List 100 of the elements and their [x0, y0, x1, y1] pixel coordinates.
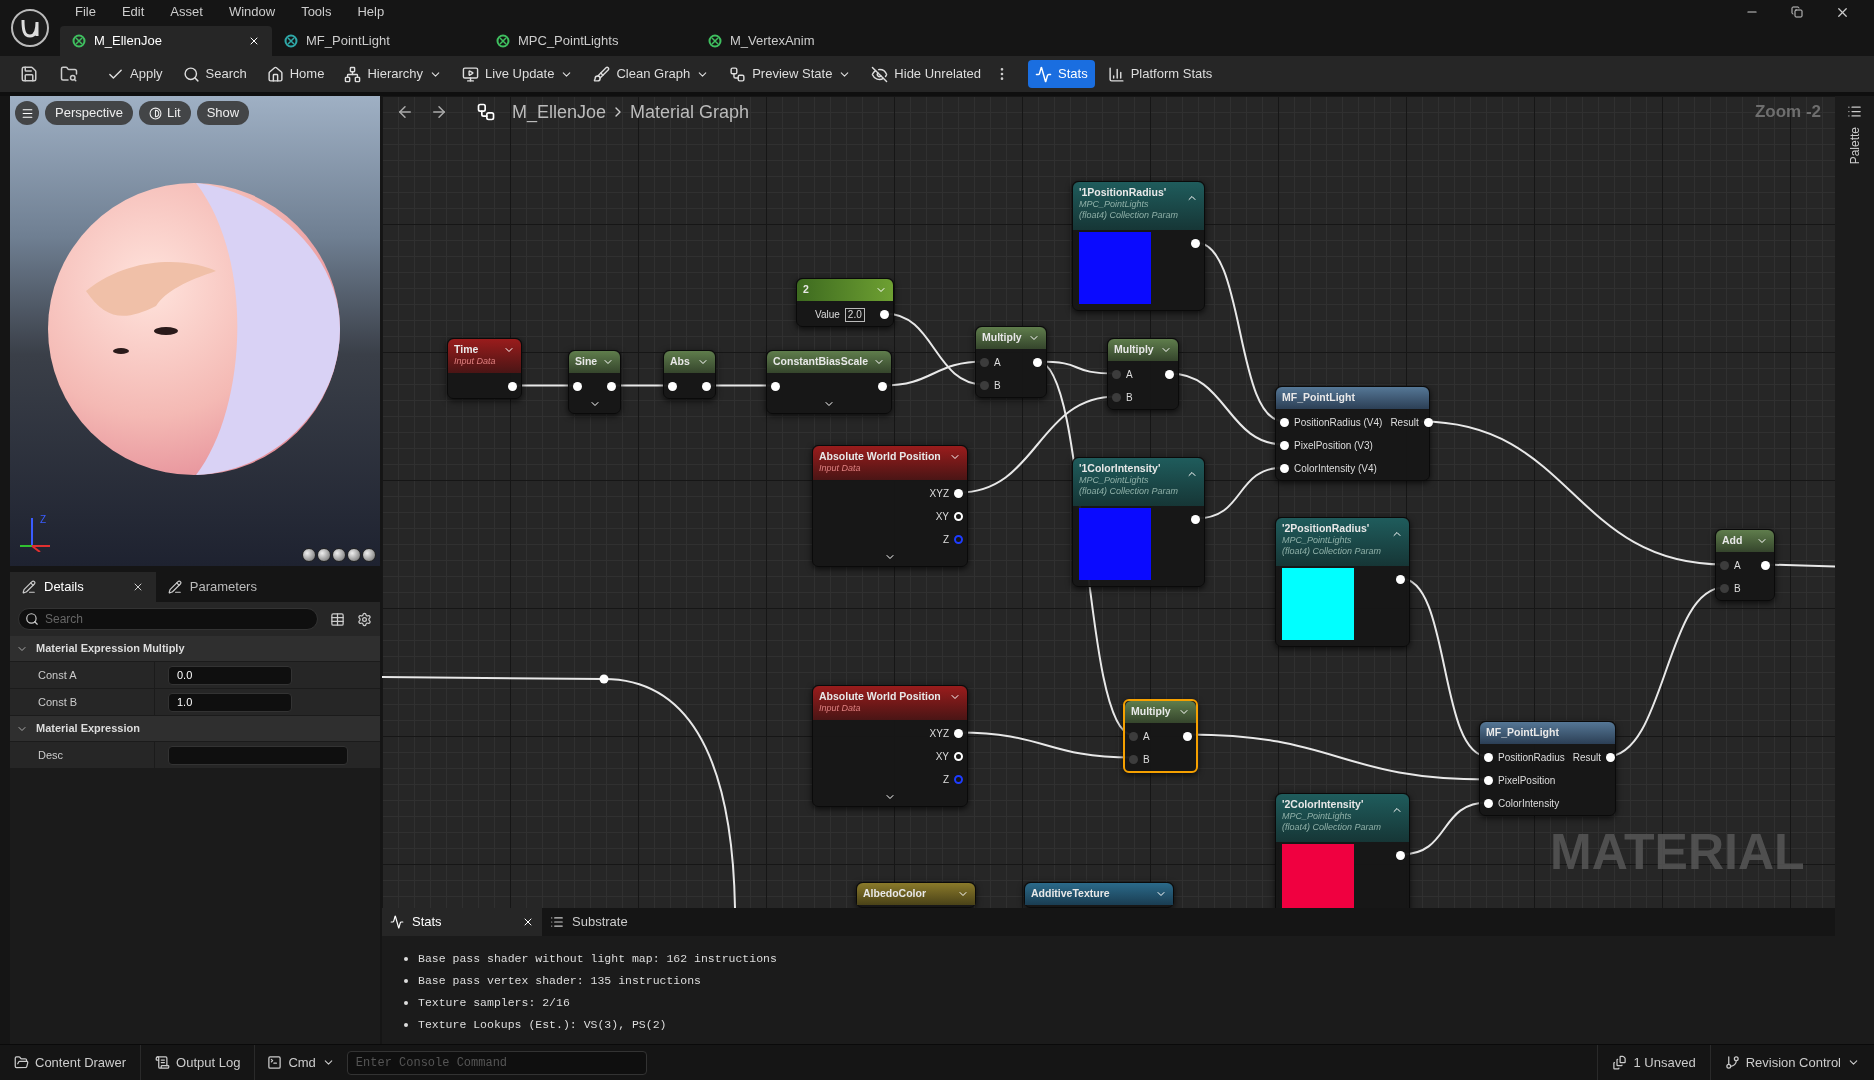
pin-icon[interactable] [1280, 441, 1289, 450]
list-icon[interactable] [1847, 104, 1862, 119]
breadcrumb-item[interactable]: M_EllenJoe [512, 98, 607, 126]
graph-node[interactable]: 2 Value 2.0 [796, 278, 894, 327]
close-icon[interactable] [522, 916, 534, 928]
graph-node[interactable]: AlbedoColor [856, 882, 976, 908]
menu-item[interactable]: Asset [170, 2, 203, 22]
logo-icon[interactable] [10, 8, 50, 48]
graph-node[interactable]: AdditiveTexture [1024, 882, 1174, 908]
breadcrumb-item[interactable]: Material Graph [630, 98, 750, 126]
pin-icon[interactable] [1484, 753, 1493, 762]
graph-node[interactable]: Add A B [1715, 529, 1775, 601]
property-field[interactable]: 1.0 [168, 692, 292, 712]
toolbar-button[interactable]: Platform Stats [1100, 60, 1220, 88]
pin-icon[interactable] [1191, 515, 1200, 524]
tab[interactable]: Details [10, 572, 156, 602]
document-tab[interactable]: M_EllenJoe [60, 26, 272, 56]
toolbar-button[interactable]: Search [175, 60, 254, 88]
search-field[interactable]: Search [18, 608, 318, 630]
menu-item[interactable]: Tools [301, 2, 332, 22]
settings-icon[interactable] [357, 611, 372, 627]
pin-icon[interactable] [508, 382, 517, 391]
toolbar-button[interactable]: Home [259, 60, 332, 88]
graph-node[interactable]: Multiply A B [975, 326, 1047, 398]
pin-icon[interactable] [1761, 561, 1770, 570]
graph-node[interactable]: Multiply A B [1123, 699, 1198, 773]
graph-node[interactable]: Absolute World Position Input Data XYZ XY Z [812, 685, 968, 807]
pin-icon[interactable] [1280, 464, 1289, 473]
pin-icon[interactable] [668, 382, 677, 391]
graph-node[interactable]: Time Input Data [447, 338, 522, 399]
tab[interactable]: Stats [382, 908, 542, 936]
property-field[interactable] [168, 745, 348, 765]
toolbar-button[interactable]: Stats [1028, 60, 1095, 88]
pin-icon[interactable] [880, 310, 889, 319]
graph-node[interactable]: '2ColorIntensity' MPC_PointLights (float4) Collection Param [1275, 793, 1410, 908]
pin-icon[interactable] [771, 382, 780, 391]
pin-icon[interactable] [1606, 753, 1616, 762]
table-icon[interactable] [330, 611, 345, 627]
pin-icon[interactable] [1033, 358, 1042, 367]
menu-item[interactable]: Help [357, 2, 385, 22]
graph-node[interactable]: MF_PointLight PositionRadius (V4) Result PixelPosition (V3) ColorIntensity (V4) [1275, 386, 1430, 481]
toolbar-button[interactable]: Apply [100, 60, 170, 88]
unsaved-button[interactable]: 1 Unsaved [1597, 1045, 1710, 1080]
tab[interactable]: Parameters [155, 572, 269, 602]
pin-icon[interactable] [878, 382, 887, 391]
node-subtitle: (float4) Collection Param [1282, 822, 1382, 833]
pin-icon[interactable] [954, 729, 963, 738]
status-button[interactable]: Content Drawer [0, 1045, 142, 1080]
toolbar-button[interactable]: Clean Graph [586, 60, 717, 88]
cmd-button[interactable]: Cmd [255, 1045, 347, 1080]
save-icon[interactable] [20, 65, 38, 83]
pin-icon[interactable] [607, 382, 616, 391]
property-field[interactable]: 0.0 [168, 665, 292, 685]
graph-node[interactable]: '1PositionRadius' MPC_PointLights (float4) Collection Param [1072, 181, 1205, 311]
graph-node[interactable]: '1ColorIntensity' MPC_PointLights (float4) Collection Param [1072, 457, 1205, 587]
folder-search-icon[interactable] [60, 65, 78, 83]
value-field[interactable]: 2.0 [844, 307, 865, 322]
document-tab[interactable]: M_VertexAnim [696, 26, 908, 56]
section-header[interactable]: Material Expression [10, 716, 380, 742]
pin-icon[interactable] [1191, 239, 1200, 248]
revision-control-button[interactable]: Revision Control [1709, 1045, 1874, 1080]
pin-icon[interactable] [1396, 851, 1405, 860]
graph-node[interactable]: MF_PointLight PositionRadius Result PixelPosition ColorIntensity [1479, 721, 1616, 816]
toolbar-button[interactable]: Live Update [455, 60, 581, 88]
menu-item[interactable]: Window [228, 2, 276, 22]
palette-tab[interactable]: Palette [1845, 127, 1864, 165]
document-tab[interactable]: MF_PointLight [272, 26, 484, 56]
bullet-icon [404, 957, 408, 961]
toolbar-button[interactable]: Hide Unrelated [864, 60, 989, 88]
pin-icon[interactable] [1423, 418, 1433, 427]
pin-icon[interactable] [573, 382, 582, 391]
graph-node[interactable]: Multiply A B [1107, 338, 1179, 410]
brush-icon [593, 65, 611, 83]
pin-icon[interactable] [954, 489, 963, 498]
toolbar-button[interactable]: Preview State [722, 60, 859, 88]
section-header[interactable]: Material Expression Multiply [10, 636, 380, 662]
document-tab[interactable]: MPC_PointLights [484, 26, 696, 56]
menu-item[interactable]: Edit [121, 2, 145, 22]
pin-icon[interactable] [1484, 776, 1493, 785]
pin-icon[interactable] [1165, 370, 1174, 379]
pin-icon[interactable] [1183, 732, 1192, 741]
graph-node[interactable]: Sine [568, 350, 621, 414]
console-field[interactable]: Enter Console Command [346, 1050, 647, 1075]
graph-node[interactable]: Abs [663, 350, 716, 399]
graph-node[interactable]: Absolute World Position Input Data XYZ XY Z [812, 445, 968, 567]
tab[interactable]: Substrate [542, 908, 636, 936]
menu-item[interactable]: File [75, 2, 96, 22]
viewport-button[interactable]: Lit [138, 101, 191, 125]
close-icon[interactable] [248, 35, 260, 47]
pin-icon[interactable] [702, 382, 711, 391]
viewport-button[interactable]: Perspective [45, 101, 133, 125]
graph-node[interactable]: '2PositionRadius' MPC_PointLights (float4) Collection Param [1275, 517, 1410, 647]
restore-icon[interactable] [1791, 6, 1803, 18]
status-button[interactable]: Output Log [141, 1045, 256, 1080]
graph-node[interactable]: ConstantBiasScale [766, 350, 892, 414]
pin-icon[interactable] [1280, 418, 1289, 427]
forward-arrow-icon[interactable] [430, 103, 448, 121]
pin-icon[interactable] [1396, 575, 1405, 584]
pin-icon[interactable] [1484, 799, 1493, 808]
toolbar-button[interactable]: Hierarchy [337, 60, 450, 88]
